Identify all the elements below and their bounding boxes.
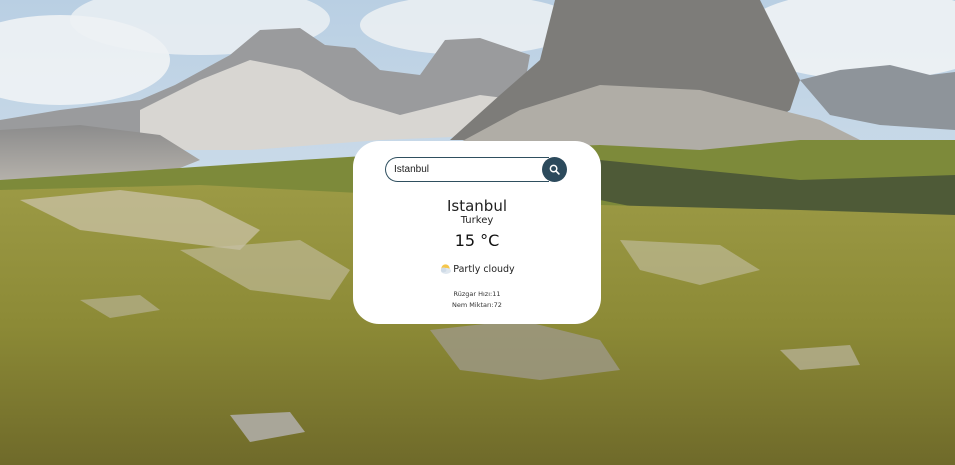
condition-text: Partly cloudy [453, 264, 515, 275]
wind-speed: Rüzgar Hızı:11 [453, 290, 501, 298]
search-bar [385, 157, 567, 182]
search-button[interactable] [542, 157, 567, 182]
city-name: Istanbul [446, 197, 507, 215]
search-icon [549, 164, 560, 175]
city-search-input[interactable] [385, 157, 549, 182]
country-name: Turkey [460, 215, 494, 226]
weather-card: Istanbul Turkey 15 °C Partly cloudy Rüzg… [353, 141, 601, 324]
temperature: 15 °C [454, 231, 500, 250]
humidity: Nem Miktarı:72 [452, 301, 502, 309]
weather-condition: Partly cloudy [353, 263, 601, 276]
partly-cloudy-icon [441, 264, 452, 274]
